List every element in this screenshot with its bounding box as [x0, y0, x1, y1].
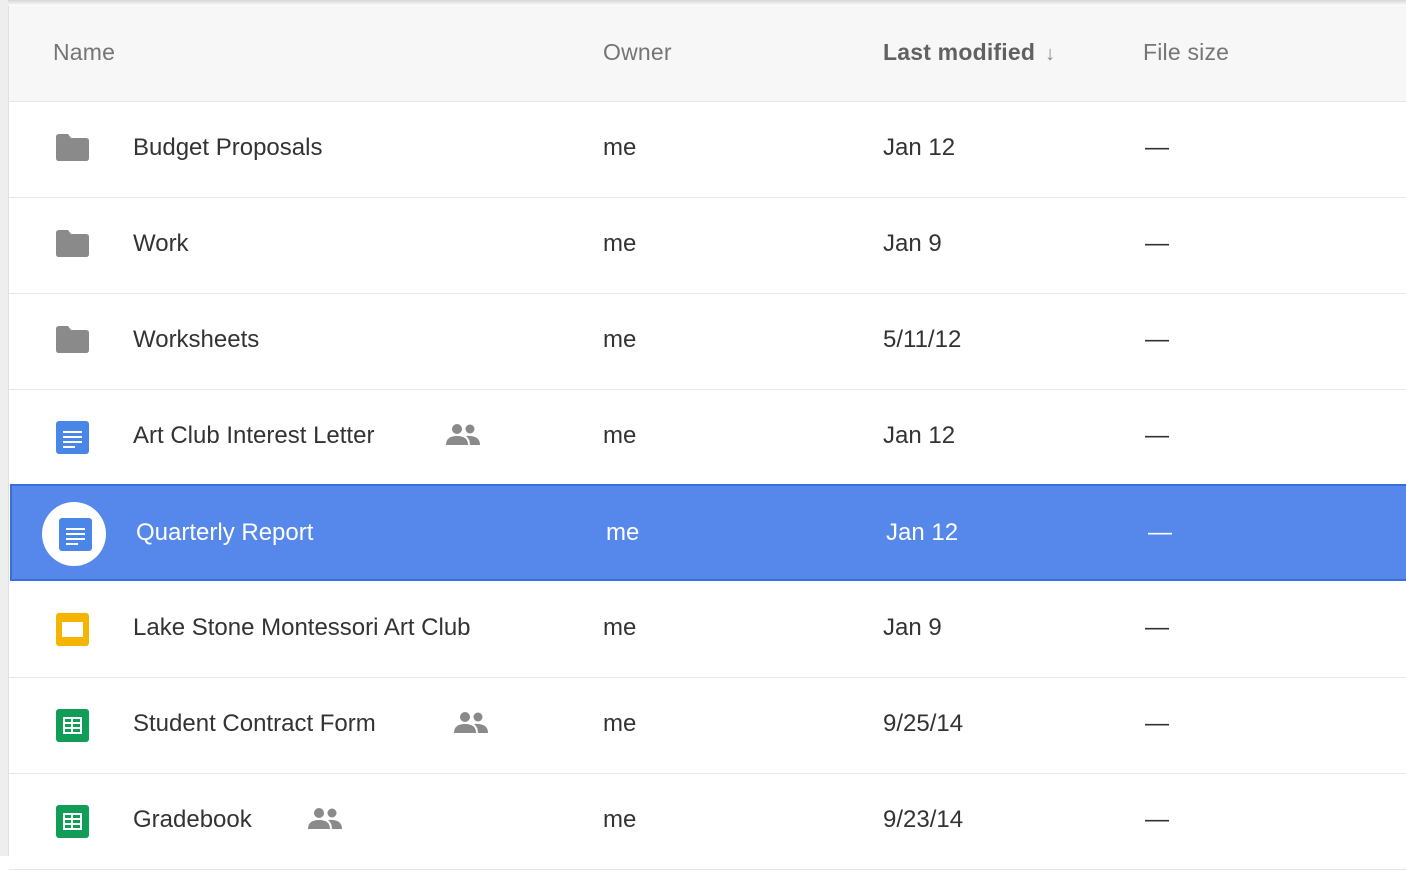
file-list-view: Name Owner Last modified ↓ File size Budg…	[0, 0, 1406, 870]
slides-icon	[56, 612, 89, 646]
shared-people-icon	[446, 423, 480, 447]
file-size: —	[1148, 519, 1172, 546]
shared-people-icon	[308, 807, 342, 831]
column-name-header[interactable]: Name	[53, 39, 115, 66]
doc-icon	[59, 517, 92, 551]
file-name[interactable]: Lake Stone Montessori Art Club	[133, 614, 471, 642]
file-name[interactable]: Budget Proposals	[133, 134, 322, 162]
file-size: —	[1145, 230, 1169, 257]
file-size: —	[1145, 326, 1169, 353]
file-last-modified: 9/25/14	[883, 710, 964, 737]
sheets-icon	[56, 804, 89, 838]
file-size: —	[1145, 806, 1169, 833]
column-last-modified-header[interactable]: Last modified ↓	[883, 39, 1055, 66]
sheets-icon	[56, 708, 89, 742]
file-name[interactable]: Work	[133, 230, 189, 258]
file-owner: me	[603, 134, 637, 161]
doc-icon	[56, 420, 89, 454]
file-size: —	[1145, 422, 1169, 449]
file-owner: me	[606, 519, 640, 546]
last-modified-label: Last modified	[883, 39, 1036, 65]
file-row[interactable]: Work me Jan 9 —	[9, 198, 1406, 294]
file-last-modified: Jan 9	[883, 614, 942, 641]
file-row[interactable]: Art Club Interest Letter me Jan 12 —	[9, 390, 1406, 486]
folder-icon	[56, 325, 89, 353]
file-last-modified: Jan 9	[883, 230, 942, 257]
file-name[interactable]: Student Contract Form	[133, 710, 376, 738]
folder-icon	[56, 229, 89, 257]
shared-people-icon	[454, 711, 488, 735]
file-name[interactable]: Art Club Interest Letter	[133, 422, 374, 450]
file-name[interactable]: Worksheets	[133, 326, 259, 354]
file-last-modified: Jan 12	[886, 519, 959, 546]
sort-arrow-icon[interactable]: ↓	[1045, 43, 1055, 66]
file-owner: me	[603, 230, 637, 257]
folder-icon	[56, 133, 89, 161]
file-size: —	[1145, 134, 1169, 161]
file-row[interactable]: Budget Proposals me Jan 12 —	[9, 102, 1406, 198]
file-last-modified: 9/23/14	[883, 806, 964, 833]
left-edge	[0, 0, 8, 856]
file-name[interactable]: Quarterly Report	[136, 519, 313, 547]
column-owner-header[interactable]: Owner	[603, 39, 672, 66]
column-header: Name Owner Last modified ↓ File size	[9, 6, 1406, 102]
file-row[interactable]: Quarterly Report me Jan 12 —	[10, 484, 1406, 581]
file-owner: me	[603, 806, 637, 833]
file-last-modified: Jan 12	[883, 422, 956, 449]
file-size: —	[1145, 614, 1169, 641]
file-owner: me	[603, 614, 637, 641]
file-row[interactable]: Student Contract Form me 9/25/14 —	[9, 678, 1406, 774]
file-owner: me	[603, 422, 637, 449]
column-file-size-header[interactable]: File size	[1143, 39, 1229, 66]
file-list: Name Owner Last modified ↓ File size Budg…	[8, 6, 1406, 870]
file-last-modified: 5/11/12	[883, 326, 962, 353]
file-owner: me	[603, 710, 637, 737]
file-row[interactable]: Worksheets me 5/11/12 —	[9, 294, 1406, 390]
file-last-modified: Jan 12	[883, 134, 956, 161]
file-row[interactable]: Lake Stone Montessori Art Club me Jan 9 —	[9, 582, 1406, 678]
file-size: —	[1145, 710, 1169, 737]
file-name[interactable]: Gradebook	[133, 806, 252, 834]
file-owner: me	[603, 326, 637, 353]
